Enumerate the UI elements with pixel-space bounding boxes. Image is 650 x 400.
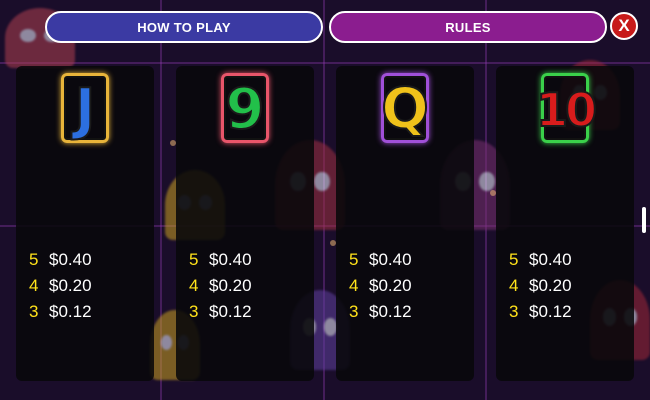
match-count: 3	[349, 302, 359, 321]
payout-amount: $0.12	[49, 302, 92, 321]
payout-amount: $0.40	[49, 250, 92, 269]
match-count: 4	[189, 276, 199, 295]
match-count: 5	[29, 250, 39, 269]
symbol-glyph: J	[74, 77, 97, 142]
match-count: 3	[509, 302, 519, 321]
j-symbol-icon: J	[52, 71, 118, 149]
payout-amount: $0.20	[369, 276, 412, 295]
payout-amount: $0.12	[209, 302, 252, 321]
scrollbar-thumb[interactable]	[642, 207, 646, 233]
close-icon: X	[618, 16, 630, 35]
rules-button[interactable]: RULES	[329, 11, 607, 43]
symbol-glyph: 9	[225, 77, 266, 142]
payout-list: 5 $0.40 4 $0.20 3 $0.12	[509, 250, 572, 328]
symbol-glyph: Q	[380, 77, 430, 142]
payout-amount: $0.20	[209, 276, 252, 295]
payout-amount: $0.20	[49, 276, 92, 295]
how-to-play-button[interactable]: HOW TO PLAY	[45, 11, 323, 43]
payout-list: 5 $0.40 4 $0.20 3 $0.12	[29, 250, 92, 328]
match-count: 4	[509, 276, 519, 295]
payout-row: 3 $0.12	[509, 302, 572, 328]
symbol-glyph: 10	[535, 83, 598, 137]
match-count: 4	[349, 276, 359, 295]
close-button[interactable]: X	[610, 12, 638, 40]
payout-list: 5 $0.40 4 $0.20 3 $0.12	[189, 250, 252, 328]
q-symbol-icon: Q	[372, 71, 438, 149]
payout-row: 5 $0.40	[349, 250, 412, 276]
payout-amount: $0.40	[209, 250, 252, 269]
payout-row: 5 $0.40	[29, 250, 92, 276]
payout-amount: $0.20	[529, 276, 572, 295]
paytable-panel-ten: 10 5 $0.40 4 $0.20 3 $0.12	[496, 66, 634, 381]
match-count: 5	[189, 250, 199, 269]
paytable-panel-j: J 5 $0.40 4 $0.20 3 $0.12	[16, 66, 154, 381]
payout-amount: $0.12	[529, 302, 572, 321]
nine-symbol-icon: 9	[212, 71, 278, 149]
match-count: 3	[189, 302, 199, 321]
payout-row: 5 $0.40	[189, 250, 252, 276]
payout-row: 4 $0.20	[509, 276, 572, 302]
payout-row: 4 $0.20	[349, 276, 412, 302]
payout-row: 3 $0.12	[29, 302, 92, 328]
paytable-panel-nine: 9 5 $0.40 4 $0.20 3 $0.12	[176, 66, 314, 381]
payout-amount: $0.40	[369, 250, 412, 269]
payout-list: 5 $0.40 4 $0.20 3 $0.12	[349, 250, 412, 328]
match-count: 4	[29, 276, 39, 295]
payout-row: 4 $0.20	[189, 276, 252, 302]
payout-amount: $0.12	[369, 302, 412, 321]
match-count: 3	[29, 302, 39, 321]
match-count: 5	[509, 250, 519, 269]
background-grid-line	[0, 62, 650, 64]
match-count: 5	[349, 250, 359, 269]
payout-row: 4 $0.20	[29, 276, 92, 302]
payout-row: 5 $0.40	[509, 250, 572, 276]
paytable-panel-q: Q 5 $0.40 4 $0.20 3 $0.12	[336, 66, 474, 381]
payout-row: 3 $0.12	[189, 302, 252, 328]
ten-symbol-icon: 10	[532, 71, 598, 149]
payout-amount: $0.40	[529, 250, 572, 269]
payout-row: 3 $0.12	[349, 302, 412, 328]
